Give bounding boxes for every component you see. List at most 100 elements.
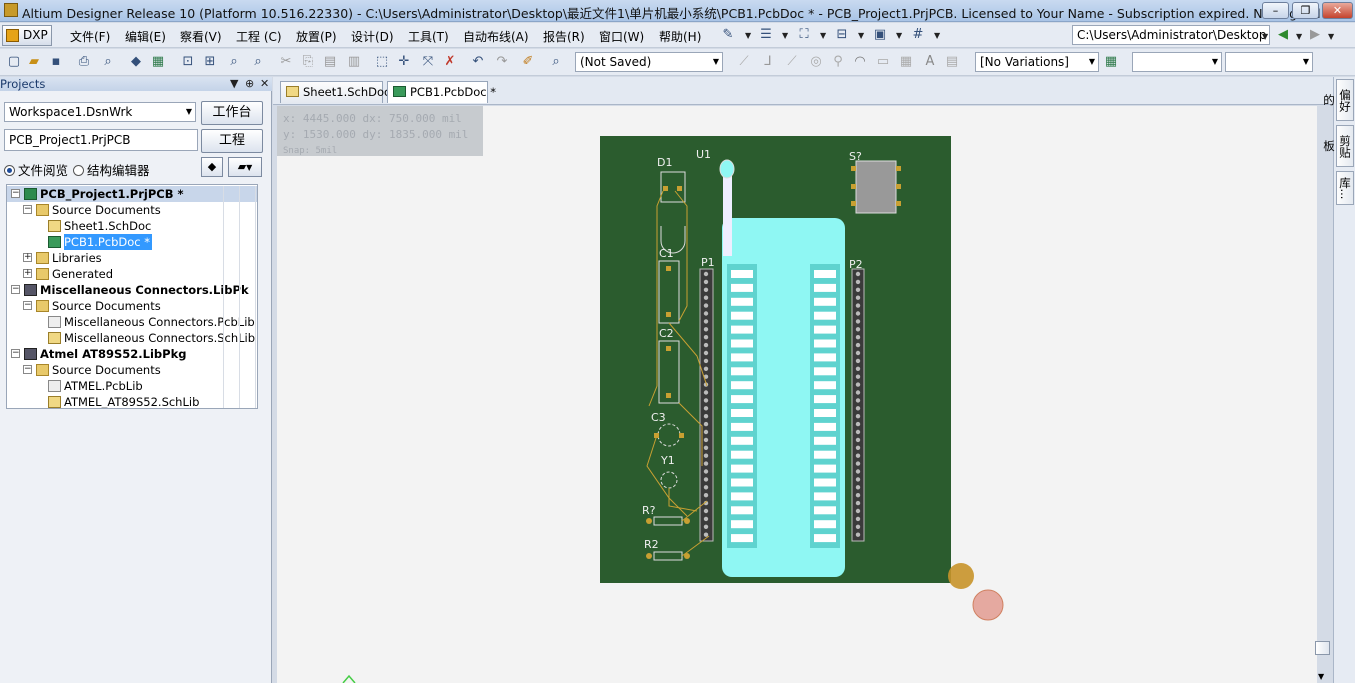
zoom-area-icon[interactable]: ⊞ <box>202 54 218 70</box>
chevron-down-icon[interactable]: ▼ <box>934 31 940 40</box>
menu-autoroute[interactable]: 自动布线(A) <box>463 28 529 45</box>
tab-pcb1-pcbdoc[interactable]: PCB1.PcbDoc * <box>387 81 496 103</box>
tab-favorites[interactable]: 偏好的 <box>1322 79 1354 121</box>
variations-combo[interactable]: [No Variations] ▼ <box>975 52 1099 72</box>
print-preview-icon[interactable]: ⌕ <box>100 54 116 70</box>
tab-libraries[interactable]: 库... <box>1336 171 1354 205</box>
tree-item[interactable]: − Source Documents <box>7 202 257 218</box>
collapse-icon[interactable]: − <box>11 189 20 198</box>
panel-menu-icon[interactable]: ▼ <box>230 77 238 91</box>
layers-icon[interactable]: ☰ <box>758 27 774 43</box>
move-icon[interactable]: ✛ <box>396 54 412 70</box>
collapse-icon[interactable]: − <box>11 285 20 294</box>
chevron-down-icon[interactable]: ▼ <box>896 31 902 40</box>
copy-icon[interactable]: ⎘ <box>300 54 316 70</box>
pin-icon[interactable]: ⊕ <box>245 77 254 91</box>
rubber-stamp-icon[interactable]: ▥ <box>346 54 362 70</box>
tree-item[interactable]: Miscellaneous Connectors.SchLib <box>7 330 257 346</box>
tree-item[interactable]: − Miscellaneous Connectors.LibPk <box>7 282 257 298</box>
project-menu-button[interactable]: ▰▼ <box>228 157 262 177</box>
vertical-scrollbar-thumb[interactable] <box>1315 641 1330 655</box>
tree-item[interactable]: Miscellaneous Connectors.PcbLib <box>7 314 257 330</box>
project-tree[interactable]: − PCB_Project1.PrjPCB * − Source Documents S… <box>6 184 258 409</box>
layer-combo[interactable]: ▼ <box>1132 52 1222 72</box>
print-icon[interactable]: ⎙ <box>76 54 92 70</box>
tree-item[interactable]: − Source Documents <box>7 298 257 314</box>
project-button[interactable]: 工程 <box>201 129 263 153</box>
new-file-icon[interactable]: ▢ <box>6 54 22 70</box>
collapse-icon[interactable]: − <box>11 349 20 358</box>
project-field[interactable]: PCB_Project1.PrjPCB <box>4 129 198 151</box>
menu-project[interactable]: 工程 (C) <box>236 28 282 45</box>
maximize-button[interactable]: ❐ <box>1292 2 1319 19</box>
collapse-icon[interactable]: − <box>23 301 32 310</box>
menu-design[interactable]: 设计(D) <box>351 28 394 45</box>
minimize-button[interactable]: – <box>1262 2 1289 19</box>
tree-item[interactable]: − Source Documents <box>7 362 257 378</box>
menu-file[interactable]: 文件(F) <box>70 28 110 45</box>
browse-components-icon[interactable]: ⌕ <box>548 54 564 70</box>
expand-icon[interactable]: + <box>23 253 32 262</box>
menu-help[interactable]: 帮助(H) <box>659 28 701 45</box>
tree-item[interactable]: + Generated <box>7 266 257 282</box>
tree-item[interactable]: Sheet1.SchDoc <box>7 218 257 234</box>
tab-sheet1-schdoc[interactable]: Sheet1.SchDoc <box>280 81 390 103</box>
back-icon[interactable]: ◀ <box>1275 27 1291 43</box>
menu-window[interactable]: 窗口(W) <box>599 28 644 45</box>
collapse-icon[interactable]: − <box>23 365 32 374</box>
tree-item[interactable]: PCB1.PcbDoc * <box>7 234 257 250</box>
tab-clipboard[interactable]: 剪贴板 <box>1322 125 1354 167</box>
diff-pair-icon[interactable]: ⟋ <box>784 54 800 70</box>
dxp-menu-button[interactable]: DXP <box>2 25 52 46</box>
forward-icon[interactable]: ▶ <box>1307 27 1323 43</box>
string-icon[interactable]: A <box>922 54 938 70</box>
menu-tools[interactable]: 工具(T) <box>408 28 449 45</box>
save-icon[interactable]: ▪ <box>48 54 64 70</box>
cut-icon[interactable]: ✂ <box>278 54 294 70</box>
menu-view[interactable]: 察看(V) <box>180 28 222 45</box>
tree-item[interactable]: − Atmel AT89S52.LibPkg <box>7 346 257 362</box>
fill-icon[interactable]: ▭ <box>875 54 891 70</box>
zoom-filter-icon[interactable]: ⌕ <box>250 54 266 70</box>
window-icon[interactable]: ▣ <box>872 27 888 43</box>
collapse-icon[interactable]: − <box>23 205 32 214</box>
zoom-selected-icon[interactable]: ⌕ <box>226 54 242 70</box>
tree-item[interactable]: + Libraries <box>7 250 257 266</box>
tree-item[interactable]: ATMEL_AT89S52.SchLib <box>7 394 257 408</box>
menu-reports[interactable]: 报告(R) <box>543 28 585 45</box>
undo-icon[interactable]: ↶ <box>470 54 486 70</box>
via-icon[interactable]: ⚲ <box>830 54 846 70</box>
route-multiple-icon[interactable]: ⅃ <box>760 54 776 70</box>
expand-icon[interactable]: + <box>23 269 32 278</box>
file-view-radio[interactable]: 文件阅览 <box>4 160 68 179</box>
deselect-icon[interactable]: ⤧ <box>420 54 436 70</box>
chevron-down-icon[interactable]: ▼ <box>858 31 864 40</box>
paste-icon[interactable]: ▤ <box>322 54 338 70</box>
3d-view-icon[interactable]: ◆ <box>128 54 144 70</box>
chevron-down-icon[interactable]: ▼ <box>782 31 788 40</box>
chevron-down-icon[interactable]: ▼ <box>745 31 751 40</box>
filter-combo[interactable]: ▼ <box>1225 52 1313 72</box>
tree-item[interactable]: ATMEL.PcbLib <box>7 378 257 394</box>
variant-manager-icon[interactable]: ▦ <box>1103 54 1119 70</box>
path-combo[interactable]: C:\Users\Administrator\Desktop <box>1072 25 1270 45</box>
panel-close-icon[interactable]: ✕ <box>260 77 269 91</box>
chevron-down-icon[interactable]: ▼ <box>1262 32 1268 41</box>
align-icon[interactable]: ⊟ <box>834 27 850 43</box>
tree-item[interactable]: − PCB_Project1.PrjPCB * <box>7 186 257 202</box>
chevron-down-icon[interactable]: ▼ <box>820 31 826 40</box>
redo-icon[interactable]: ↷ <box>494 54 510 70</box>
chevron-down-icon[interactable]: ▼ <box>1296 32 1302 41</box>
cross-probe-icon[interactable]: ✐ <box>520 54 536 70</box>
close-button[interactable]: ✕ <box>1322 2 1353 19</box>
pad-icon[interactable]: ◎ <box>808 54 824 70</box>
project-options-button[interactable]: ◆ <box>201 157 223 177</box>
array-icon[interactable]: ▤ <box>944 54 960 70</box>
arc-icon[interactable]: ◠ <box>852 54 868 70</box>
workspace-button[interactable]: 工作台 <box>201 101 263 125</box>
scroll-down-arrow-icon[interactable]: ▼ <box>1318 672 1324 681</box>
select-area-icon[interactable]: ⬚ <box>374 54 390 70</box>
open-folder-icon[interactable]: ▰ <box>26 54 42 70</box>
menu-edit[interactable]: 编辑(E) <box>125 28 166 45</box>
workspace-combo[interactable]: Workspace1.DsnWrk ▼ <box>4 102 196 122</box>
